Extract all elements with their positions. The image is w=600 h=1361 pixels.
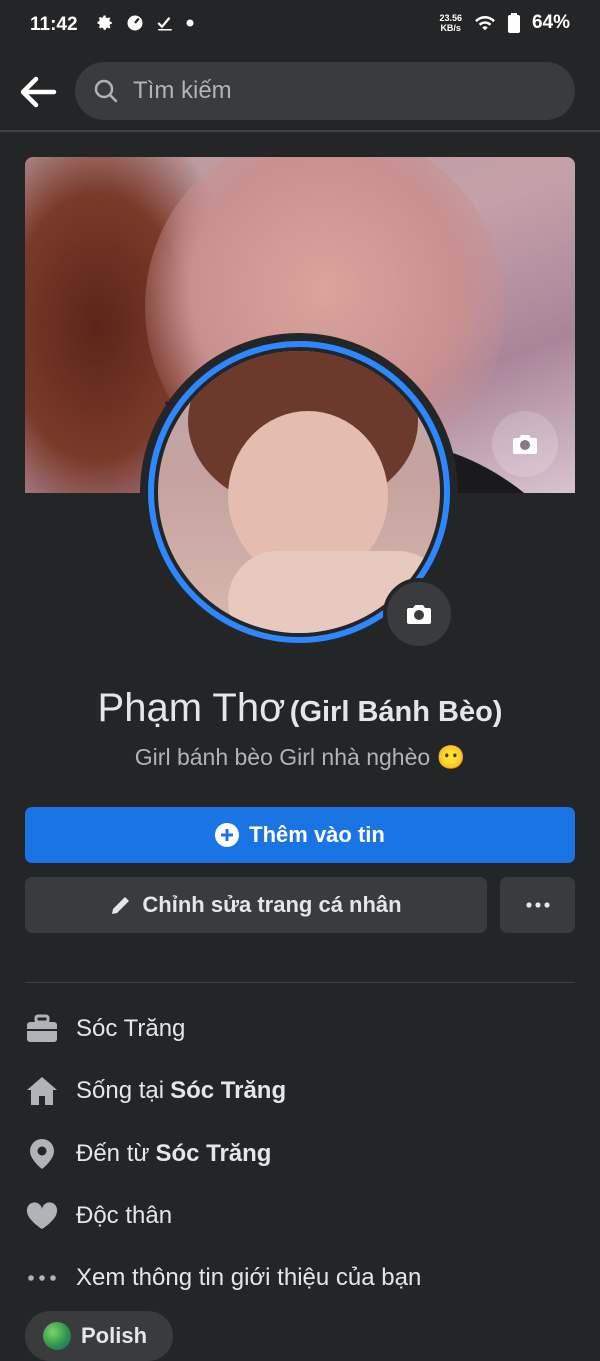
plus-circle-icon xyxy=(215,823,240,847)
profile-name-main: Phạm Thơ xyxy=(97,686,286,730)
pencil-icon xyxy=(112,897,130,914)
add-to-story-button[interactable]: Thêm vào tin xyxy=(25,807,575,863)
edit-profile-button[interactable]: Chỉnh sửa trang cá nhân xyxy=(25,877,487,933)
see-about-info-label: Xem thông tin giới thiệu của bạn xyxy=(76,1264,422,1291)
more-dots-icon xyxy=(28,1275,56,1281)
edit-profile-label: Chỉnh sửa trang cá nhân xyxy=(142,892,402,917)
checklist-icon xyxy=(157,17,172,31)
home-icon xyxy=(27,1077,57,1105)
profile-name: Phạm Thơ (Girl Bánh Bèo) xyxy=(0,686,600,731)
settings-icon xyxy=(97,15,112,30)
speed-unit: KB/s xyxy=(440,23,461,33)
intro-from-city[interactable]: Sóc Trăng xyxy=(155,1140,271,1168)
intro-item-relationship: Độc thân xyxy=(25,1196,585,1236)
avatar-camera-button[interactable] xyxy=(383,578,455,650)
status-time: 11:42 xyxy=(30,14,78,35)
intro-lives-prefix: Sống tại xyxy=(76,1077,165,1104)
heart-icon xyxy=(26,1202,58,1229)
section-divider xyxy=(25,982,575,983)
language-chip-label: Polish xyxy=(81,1323,148,1348)
wifi-icon xyxy=(475,15,495,31)
intro-item-from: Đến từ Sóc Trăng xyxy=(25,1134,585,1174)
intro-work-text: Sóc Trăng xyxy=(76,1015,186,1042)
search-input[interactable] xyxy=(131,74,555,108)
cover-camera-button[interactable] xyxy=(492,411,558,477)
intro-item-work: Sóc Trăng xyxy=(25,1009,585,1049)
speedometer-icon xyxy=(127,15,143,31)
search-icon xyxy=(94,79,118,103)
back-arrow-icon[interactable] xyxy=(18,74,58,110)
intro-relationship-text: Độc thân xyxy=(76,1202,173,1229)
more-options-button[interactable] xyxy=(500,877,575,933)
location-pin-icon xyxy=(30,1139,54,1169)
network-speed: 23.56 KB/s xyxy=(439,13,462,33)
status-icons xyxy=(96,14,194,32)
camera-icon xyxy=(407,605,431,624)
add-to-story-label: Thêm vào tin xyxy=(249,822,385,847)
briefcase-icon xyxy=(27,1014,57,1042)
notification-dot-icon xyxy=(186,19,194,27)
top-bar xyxy=(0,60,600,132)
intro-lives-city[interactable]: Sóc Trăng xyxy=(170,1077,286,1105)
search-bar[interactable] xyxy=(75,62,575,120)
intro-from-prefix: Đến từ xyxy=(76,1140,150,1167)
globe-icon xyxy=(43,1322,71,1350)
intro-item-lives-in: Sống tại Sóc Trăng xyxy=(25,1071,585,1111)
speed-value: 23.56 xyxy=(439,13,462,23)
profile-alt-name: (Girl Bánh Bèo) xyxy=(289,696,503,728)
see-about-info-link[interactable]: Xem thông tin giới thiệu của bạn xyxy=(25,1258,585,1298)
profile-bio: Girl bánh bèo Girl nhà nghèo 😶 xyxy=(134,744,466,770)
more-dots-icon xyxy=(525,902,550,908)
camera-icon xyxy=(513,435,537,454)
battery-level: 64% xyxy=(531,12,570,33)
battery-icon xyxy=(507,13,520,33)
status-bar: 11:42 23.56 KB/s 64% xyxy=(0,0,600,50)
language-chip[interactable]: Polish xyxy=(25,1311,173,1361)
